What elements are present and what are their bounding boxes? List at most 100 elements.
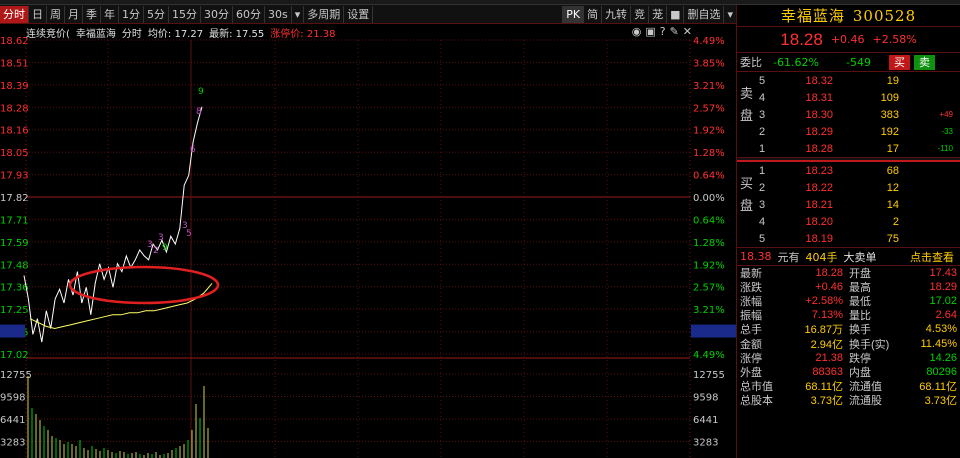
dragon-button[interactable]: 茏 (648, 5, 666, 23)
bid-volume: 75 (886, 232, 899, 245)
big-order-unit: 元有 (777, 250, 800, 264)
bid-row[interactable]: 3 18.21 14 (737, 196, 960, 213)
weibi-diff: -549 (846, 55, 871, 69)
toolbar-dropdown-icon[interactable]: ▾ (723, 5, 736, 23)
sell-button[interactable]: 卖 (914, 54, 935, 70)
chart-toolbar: 分时 日 周 月 季 年 1分 5分 15分 30分 60分 30s ▾ 多周期… (0, 5, 736, 24)
weibi-label: 委比 (740, 56, 762, 69)
left-axis-label: 17.48 (0, 260, 29, 271)
view-details-link[interactable]: 点击查看 (910, 249, 960, 265)
close-icon[interactable]: ✕ (683, 25, 692, 38)
square-icon[interactable]: ■ (666, 5, 683, 23)
bid-row[interactable]: 5 18.19 75 (737, 230, 960, 247)
stock-name: 幸福蓝海 (780, 7, 845, 25)
stat-row: 最新 18.28 开盘 17.43 (737, 266, 960, 280)
bid-row[interactable]: 2 18.22 12 (737, 179, 960, 196)
period-button-30min[interactable]: 30分 (201, 5, 233, 23)
ask-volume: 19 (886, 74, 899, 87)
bid-row[interactable]: 4 18.20 2 (737, 213, 960, 230)
stat-value: 4.53% (925, 323, 957, 336)
weibi-row: 委比 -61.62% -549 买 卖 (737, 53, 960, 72)
stat-row: 振幅 7.13% 量比 2.64 (737, 308, 960, 322)
stat-value: 3.73亿 (810, 394, 843, 407)
ask-row[interactable]: 2 18.29 192 -33 (737, 123, 960, 140)
price-line: 18.28 +0.46 +2.58% (737, 27, 960, 53)
period-button-week[interactable]: 周 (47, 5, 65, 23)
left-axis-label: 17.36 (0, 283, 29, 294)
chart-info-name: 幸福蓝海 (75, 29, 116, 40)
period-button-month[interactable]: 月 (65, 5, 83, 23)
bid-row[interactable]: 1 18.23 68 (737, 162, 960, 179)
ask-row[interactable]: 3 18.30 383 +49 (737, 106, 960, 123)
period-select-30s[interactable]: 30s (265, 5, 292, 23)
auction-button[interactable]: 竞 (630, 5, 648, 23)
big-order-price: 18.38 (740, 250, 772, 263)
stock-code: 300528 (852, 6, 917, 25)
bid-book: 买 盘 1 18.23 68 2 18.22 12 3 18.21 14 4 18.20 2 5 18.1… (737, 162, 960, 248)
ask-row[interactable]: 4 18.31 109 (737, 89, 960, 106)
stat-row: 总市值 68.11亿 流通值 68.11亿 (737, 379, 960, 393)
nine-turn-button[interactable]: 九转 (601, 5, 630, 23)
multi-period-button[interactable]: 多周期 (304, 5, 345, 23)
ask-volume: 192 (880, 125, 899, 138)
chart-icons: ◉ ▣ ? ✎ ✕ (632, 25, 692, 38)
camera-icon[interactable]: ▣ (645, 25, 655, 38)
chart-info-mode: 分时 (121, 29, 142, 40)
right-axis-label: 3.85% (693, 58, 725, 69)
bid-volume: 68 (886, 164, 899, 177)
right-axis-label: 0.64% (693, 215, 725, 226)
edit-icon[interactable]: ✎ (670, 25, 679, 38)
period-button-60min[interactable]: 60分 (233, 5, 265, 23)
stat-value: 11.45% (920, 337, 958, 350)
period-button-intraday[interactable]: 分时 (0, 5, 29, 23)
settings-button[interactable]: 设置 (344, 5, 374, 23)
simple-button[interactable]: 简 (583, 5, 601, 23)
stat-row: 总股本 3.73亿 流通股 3.73亿 (737, 393, 960, 407)
stat-value: 80296 (926, 365, 957, 378)
help-icon[interactable]: ? (660, 25, 666, 38)
vol-axis-label-right: 6441 (693, 415, 718, 426)
right-axis-label: 4.49% (693, 36, 725, 47)
current-price: 18.28 (780, 29, 823, 49)
period-button-year[interactable]: 年 (101, 5, 119, 23)
vol-axis-label: 9598 (0, 393, 25, 404)
period-button-day[interactable]: 日 (29, 5, 47, 23)
period-button-quarter[interactable]: 季 (83, 5, 101, 23)
right-axis-label: 4.49% (693, 350, 725, 361)
buy-button[interactable]: 买 (889, 54, 910, 70)
ask-row[interactable]: 5 18.32 19 (737, 72, 960, 89)
ask-volume: 17 (886, 142, 899, 155)
intraday-chart[interactable]: 连续竞价( 幸福蓝海 分时 均价: 17.27 最新: 17.55 涨停价: 2… (0, 24, 736, 458)
pk-button[interactable]: PK (562, 5, 584, 23)
stat-value: 2.94亿 (810, 338, 843, 351)
period-button-5min[interactable]: 5分 (144, 5, 169, 23)
bid-volume: 12 (886, 181, 899, 194)
stat-value: +2.58% (805, 295, 843, 308)
right-axis-label: 3.21% (693, 305, 725, 316)
stats-table: 最新 18.28 开盘 17.43 涨跌 +0.46 最高 18.29 涨幅 +2.58% 最低 17… (737, 266, 960, 407)
left-axis-label: 17.02 (0, 350, 29, 361)
current-pct-marker (691, 324, 736, 338)
bid-volume: 2 (892, 215, 899, 228)
stat-value: 18.28 (815, 267, 843, 280)
right-axis-label: 0.64% (693, 171, 725, 182)
bid-level: 5 (759, 232, 766, 245)
eye-icon[interactable]: ◉ (632, 25, 642, 38)
ask-price: 18.28 (805, 142, 833, 155)
left-axis-label: 17.71 (0, 215, 29, 226)
stat-value: 21.38 (815, 351, 843, 364)
period-button-1min[interactable]: 1分 (119, 5, 144, 23)
ask-price: 18.32 (805, 74, 833, 87)
chevron-down-icon[interactable]: ▾ (292, 5, 305, 23)
stat-row: 总手 16.87万 换手 4.53% (737, 322, 960, 336)
period-button-15min[interactable]: 15分 (169, 5, 201, 23)
right-axis-label: 1.28% (693, 148, 725, 159)
left-axis-label: 18.51 (0, 58, 29, 69)
stat-row: 涨停 21.38 跌停 14.26 (737, 351, 960, 365)
stat-value: +0.46 (815, 281, 843, 294)
right-axis-label: 0.00% (693, 193, 725, 204)
remove-watchlist-button[interactable]: 删自选 (683, 5, 723, 23)
big-order-vol: 404手 (805, 250, 838, 264)
ask-row[interactable]: 1 18.28 17 -110 (737, 140, 960, 157)
right-axis-label: 2.57% (693, 283, 725, 294)
